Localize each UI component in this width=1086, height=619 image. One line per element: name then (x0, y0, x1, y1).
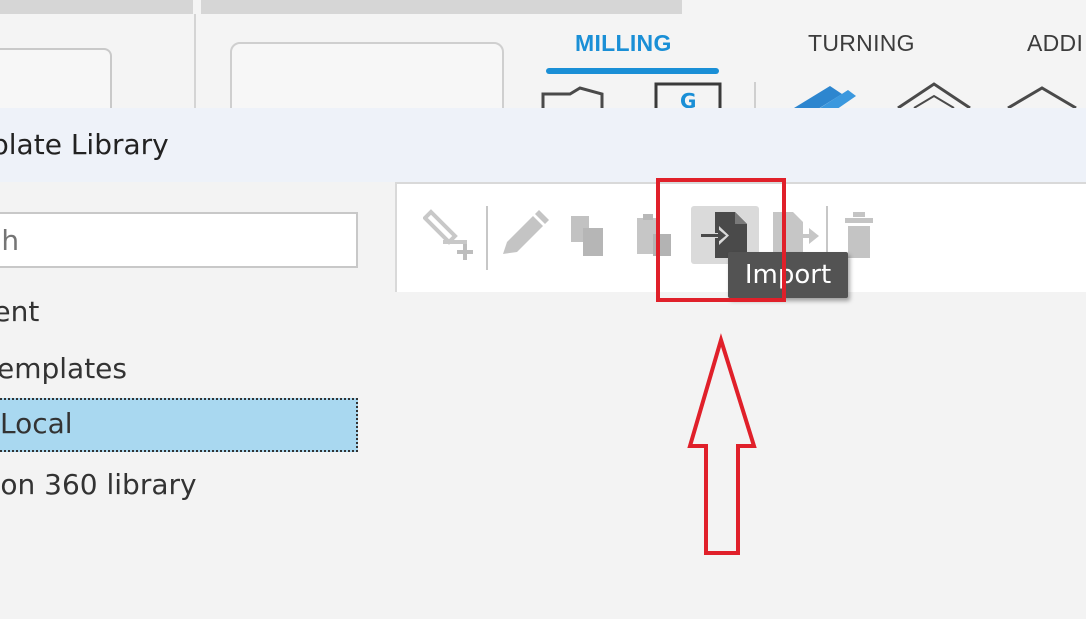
background-toolbar: MILLING TURNING ADDI G (0, 0, 1086, 108)
setup-icon[interactable] (540, 86, 606, 108)
toolbar-separator (486, 206, 488, 270)
template-icon[interactable] (896, 80, 976, 108)
tree-item-recent[interactable]: cent (0, 295, 39, 328)
tree-item-templates[interactable]: templates (0, 352, 127, 385)
toolbar-panel-button[interactable] (230, 42, 504, 108)
tab-milling[interactable]: MILLING (575, 30, 672, 57)
nc-program-icon[interactable]: G (654, 82, 724, 108)
new-template-button[interactable] (422, 206, 481, 264)
dialog-title: plate Library (0, 128, 169, 161)
new-template-icon (422, 209, 473, 260)
toolbar-divider (194, 14, 196, 108)
template-library-dialog: plate Library cent templates Local sion … (0, 108, 1086, 619)
copy-button[interactable] (563, 206, 621, 264)
toolbar-panel-button[interactable] (0, 48, 112, 108)
copy-icon (571, 216, 603, 256)
tree-item-local[interactable]: Local (0, 398, 358, 452)
dialog-header: plate Library (0, 108, 1086, 182)
edit-pencil-icon (503, 210, 549, 254)
search-input[interactable] (0, 212, 358, 268)
edit-button[interactable] (497, 206, 555, 264)
post-process-icon[interactable] (1006, 84, 1086, 108)
highlight-box (656, 178, 786, 302)
tab-additive[interactable]: ADDI (1027, 30, 1083, 57)
tree-item-fusion360-library[interactable]: sion 360 library (0, 468, 197, 501)
svg-text:G: G (680, 89, 696, 108)
active-tab-indicator (546, 68, 719, 74)
tool-library-icon[interactable] (790, 80, 860, 108)
toolbar-strip-gap (193, 0, 201, 14)
toolbar-divider (754, 82, 756, 108)
tab-turning[interactable]: TURNING (808, 30, 915, 57)
toolbar-top-strip (0, 0, 682, 14)
